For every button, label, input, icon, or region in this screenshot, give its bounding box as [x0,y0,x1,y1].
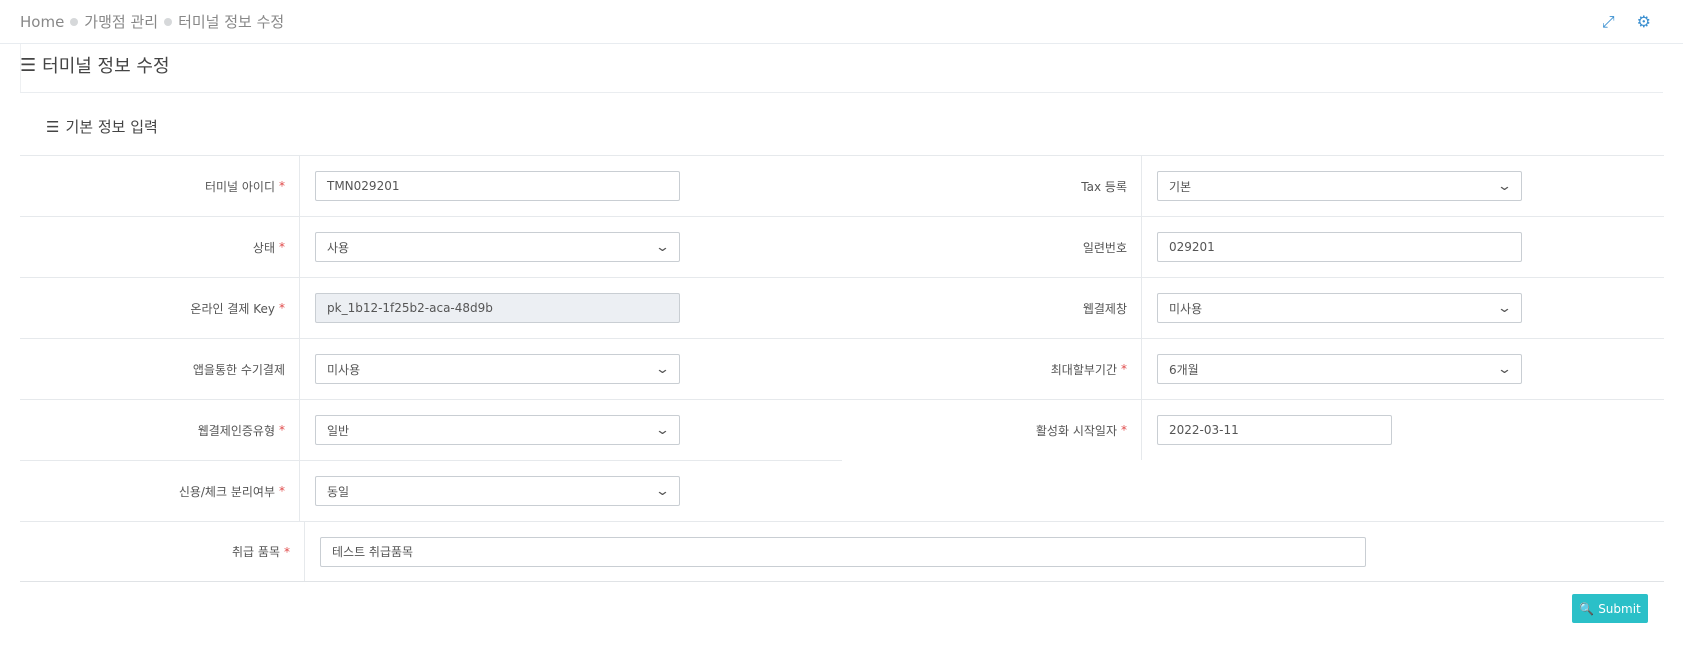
form-row: 웹결제인증유형 * 일반 ⌄ 활성화 시작일자 * 2022-03-11 [20,399,1664,460]
terminal-id-cell: 터미널 아이디 * TMN029201 [20,156,842,216]
submit-label: Submit [1598,601,1641,616]
serial-input[interactable]: 029201 [1157,232,1522,262]
breadcrumb-home[interactable]: Home [20,13,64,31]
terminal-id-label: 터미널 아이디 * [20,156,300,216]
status-cell: 상태 * 사용 ⌄ [20,217,842,277]
products-input[interactable]: 테스트 취급품목 [320,536,1366,567]
breadcrumb-separator [70,17,79,26]
max-installment-select[interactable]: 6개월 ⌄ [1157,354,1522,384]
max-installment-label: 최대할부기간 * [842,339,1142,399]
form-row: 상태 * 사용 ⌄ 일련번호 029201 [20,216,1664,277]
products-label: 취급 품목 * [20,522,305,581]
tax-cell: Tax 등록 기본 ⌄ [842,156,1664,216]
breadcrumb-separator [164,17,173,26]
hamburger-icon: ☰ [20,54,37,76]
chevron-down-icon: ⌄ [654,239,671,255]
app-manual-label: 앱을통한 수기결제 [20,339,300,399]
form-row: 온라인 결제 Key * pk_1b12-1f25b2-aca-48d9b 웹결제… [20,277,1664,338]
form-row: 신용/체크 분리여부 * 동일 ⌄ [20,460,842,521]
breadcrumb-current: 터미널 정보 수정 [178,13,285,31]
search-icon: 🔍 [1579,601,1595,616]
serial-cell: 일련번호 029201 [842,217,1664,277]
chevron-down-icon: ⌄ [1496,300,1513,316]
online-key-cell: 온라인 결제 Key * pk_1b12-1f25b2-aca-48d9b [20,278,842,338]
credit-check-label: 신용/체크 분리여부 * [20,461,300,521]
activation-date-input[interactable]: 2022-03-11 [1157,415,1392,445]
web-auth-label: 웹결제인증유형 * [20,400,300,460]
tax-select[interactable]: 기본 ⌄ [1157,171,1522,201]
form-row: 취급 품목 * 테스트 취급품목 [20,521,1664,582]
form-row: 터미널 아이디 * TMN029201 Tax 등록 기본 ⌄ [20,155,1664,216]
gear-icon[interactable]: ⚙ [1637,12,1651,32]
app-manual-select[interactable]: 미사용 ⌄ [315,354,680,384]
app-manual-cell: 앱을통한 수기결제 미사용 ⌄ [20,339,842,399]
chevron-down-icon: ⌄ [654,361,671,377]
section-title-text: 기본 정보 입력 [65,118,158,136]
chevron-down-icon: ⌄ [654,483,671,499]
web-window-select[interactable]: 미사용 ⌄ [1157,293,1522,323]
chevron-down-icon: ⌄ [654,422,671,438]
web-window-cell: 웹결제창 미사용 ⌄ [842,278,1664,338]
online-key-input: pk_1b12-1f25b2-aca-48d9b [315,293,680,323]
terminal-form: 터미널 아이디 * TMN029201 Tax 등록 기본 ⌄ 상태 * 사용 ⌄ 일련… [20,155,1664,582]
activation-date-cell: 활성화 시작일자 * 2022-03-11 [842,400,1664,460]
page-title-text: 터미널 정보 수정 [42,56,170,77]
title-divider [20,92,1663,93]
hamburger-icon: ☰ [46,117,60,136]
activation-date-label: 활성화 시작일자 * [842,400,1142,460]
chevron-down-icon: ⌄ [1496,178,1513,194]
web-auth-cell: 웹결제인증유형 * 일반 ⌄ [20,400,842,460]
expand-icon[interactable]: ⤢ [1602,12,1615,32]
chevron-down-icon: ⌄ [1496,361,1513,377]
credit-check-select[interactable]: 동일 ⌄ [315,476,680,506]
terminal-id-input[interactable]: TMN029201 [315,171,680,201]
breadcrumb-merchant[interactable]: 가맹점 관리 [84,11,158,32]
serial-label: 일련번호 [842,217,1142,277]
form-row: 앱을통한 수기결제 미사용 ⌄ 최대할부기간 * 6개월 ⌄ [20,338,1664,399]
products-cell: 취급 품목 * 테스트 취급품목 [20,522,1664,581]
breadcrumb: Home 가맹점 관리 터미널 정보 수정 [20,11,284,32]
web-window-label: 웹결제창 [842,278,1142,338]
credit-check-cell: 신용/체크 분리여부 * 동일 ⌄ [20,461,842,521]
submit-button[interactable]: 🔍 Submit [1572,594,1648,623]
status-select[interactable]: 사용 ⌄ [315,232,680,262]
page-title: ☰ 터미널 정보 수정 [20,52,170,78]
tax-label: Tax 등록 [842,156,1142,216]
max-installment-cell: 최대할부기간 * 6개월 ⌄ [842,339,1664,399]
section-title: ☰ 기본 정보 입력 [46,116,158,137]
top-bar: Home 가맹점 관리 터미널 정보 수정 ⤢ ⚙ [0,0,1683,44]
online-key-label: 온라인 결제 Key * [20,278,300,338]
web-auth-select[interactable]: 일반 ⌄ [315,415,680,445]
status-label: 상태 * [20,217,300,277]
